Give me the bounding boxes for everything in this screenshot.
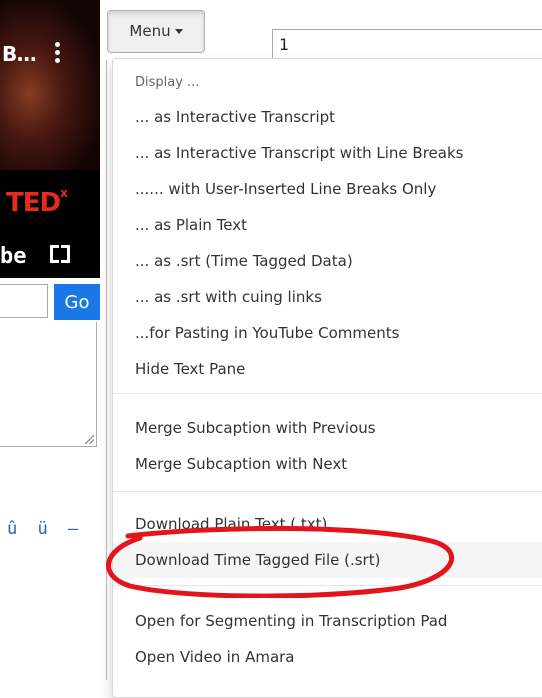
ted-logo-text: TED xyxy=(6,188,61,218)
menu-divider xyxy=(113,585,542,586)
transcript-textarea[interactable] xyxy=(0,322,97,447)
video-player[interactable]: B... TEDx be xyxy=(0,0,100,278)
menu-item-open-transcription-pad[interactable]: Open for Segmenting in Transcription Pad xyxy=(113,603,542,639)
video-thumbnail xyxy=(0,0,100,170)
ted-logo-x: x xyxy=(60,186,68,200)
char-u-umlaut[interactable]: ü xyxy=(38,519,50,539)
menu-item-merge-next[interactable]: Merge Subcaption with Next xyxy=(113,446,542,482)
segment-number-input[interactable] xyxy=(272,29,542,59)
menu-item-srt[interactable]: ... as .srt (Time Tagged Data) xyxy=(113,243,542,279)
menu-button[interactable]: Menu xyxy=(107,10,205,53)
ted-logo: TEDx xyxy=(6,186,68,218)
caret-down-icon xyxy=(174,29,183,34)
resize-grip-icon[interactable] xyxy=(85,435,94,444)
menu-item-hide-text-pane[interactable]: Hide Text Pane xyxy=(113,351,542,387)
menu-divider xyxy=(113,491,542,492)
search-input[interactable] xyxy=(0,284,48,318)
menu-dropdown: Display ... ... as Interactive Transcrip… xyxy=(112,58,542,698)
menu-item-plain-text[interactable]: ... as Plain Text xyxy=(113,207,542,243)
menu-item-merge-previous[interactable]: Merge Subcaption with Previous xyxy=(113,410,542,446)
menu-item-interactive-transcript[interactable]: ... as Interactive Transcript xyxy=(113,99,542,135)
panel-border xyxy=(106,60,110,680)
fullscreen-icon[interactable] xyxy=(50,245,70,263)
menu-item-download-srt[interactable]: Download Time Tagged File (.srt) xyxy=(113,542,542,578)
menu-item-srt-cuing-links[interactable]: ... as .srt with cuing links xyxy=(113,279,542,315)
go-button[interactable]: Go xyxy=(54,284,100,320)
char-en-dash[interactable]: – xyxy=(68,519,80,539)
menu-button-label: Menu xyxy=(129,22,171,40)
video-title[interactable]: B... xyxy=(2,42,37,66)
dropdown-header-display: Display ... xyxy=(135,75,200,90)
more-options-icon[interactable] xyxy=(50,39,64,69)
youtube-logo-fragment[interactable]: be xyxy=(0,244,27,269)
menu-item-user-inserted-line-breaks[interactable]: ...... with User-Inserted Line Breaks On… xyxy=(113,171,542,207)
special-characters-row: û ü – xyxy=(7,519,86,539)
menu-divider xyxy=(113,393,542,394)
menu-item-youtube-comments[interactable]: ...for Pasting in YouTube Comments xyxy=(113,315,542,351)
menu-item-download-plain-text[interactable]: Download Plain Text (.txt) xyxy=(113,506,542,542)
char-u-circumflex[interactable]: û xyxy=(7,519,19,539)
menu-item-open-amara[interactable]: Open Video in Amara xyxy=(113,639,542,675)
menu-item-interactive-transcript-line-breaks[interactable]: ... as Interactive Transcript with Line … xyxy=(113,135,542,171)
